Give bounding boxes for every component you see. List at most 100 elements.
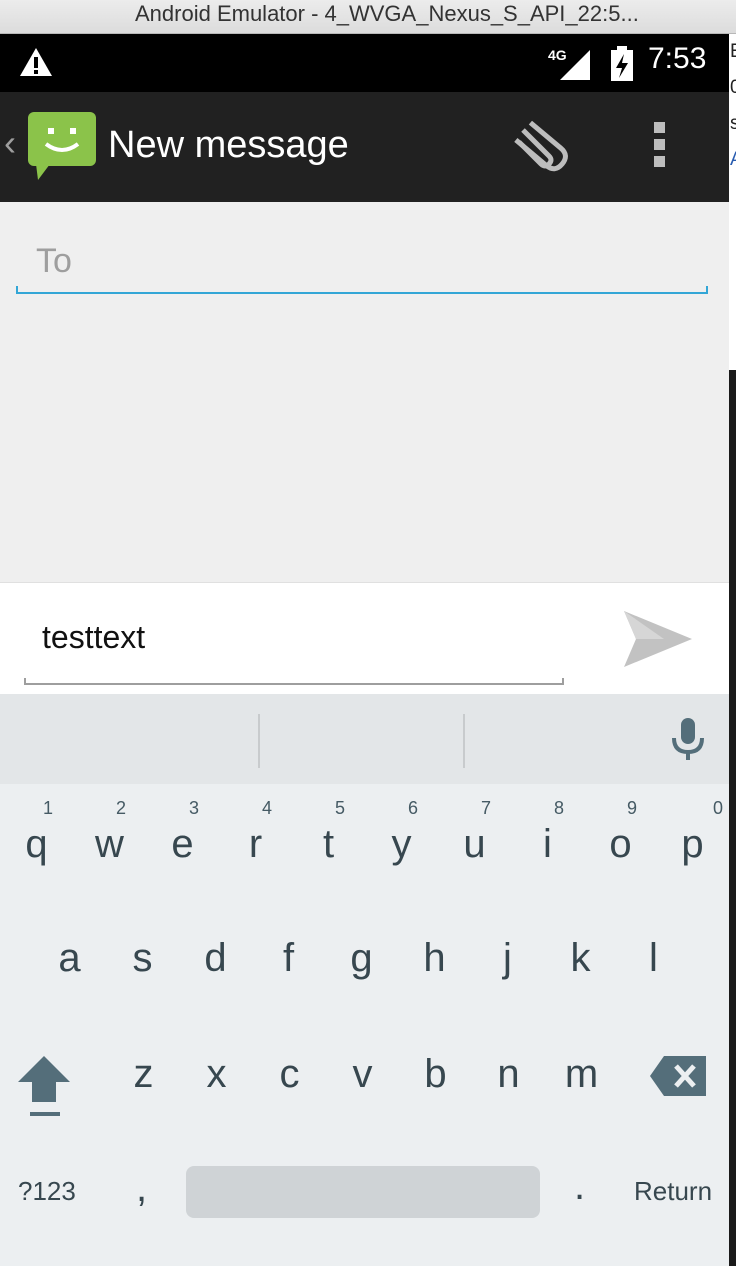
suggestion-divider xyxy=(463,714,465,768)
emulator-window-titlebar: Android Emulator - 4_WVGA_Nexus_S_API_22… xyxy=(0,0,736,34)
key-b[interactable]: b xyxy=(399,1020,472,1136)
key-j[interactable]: j xyxy=(471,904,544,1020)
key-s[interactable]: s xyxy=(106,904,179,1020)
key-h[interactable]: h xyxy=(398,904,471,1020)
peek-line: 0 xyxy=(730,77,736,98)
key-label: c xyxy=(279,1052,300,1096)
key-label: b xyxy=(424,1052,447,1096)
status-clock: 7:53 xyxy=(648,42,707,75)
key-u[interactable]: 7u xyxy=(438,784,511,904)
suggestion-divider xyxy=(258,714,260,768)
recipient-field[interactable] xyxy=(16,232,708,294)
backspace-key-icon[interactable] xyxy=(648,1054,708,1098)
key-p[interactable]: 0p xyxy=(656,784,729,904)
message-input[interactable] xyxy=(24,607,564,667)
key-label: m xyxy=(564,1052,599,1096)
recipient-input[interactable] xyxy=(16,232,708,290)
key-label: u xyxy=(463,822,486,866)
return-key[interactable]: Return xyxy=(634,1176,712,1207)
background-window-peek: E 0 s A xyxy=(729,34,736,370)
key-hint: 2 xyxy=(115,798,126,818)
key-hint: 1 xyxy=(42,798,53,818)
compose-bar xyxy=(0,582,729,695)
key-label: v xyxy=(352,1052,373,1096)
key-label: t xyxy=(322,822,335,866)
key-hint: 8 xyxy=(553,798,564,818)
key-label: l xyxy=(649,936,658,980)
page-title: New message xyxy=(108,124,349,166)
key-label: i xyxy=(543,822,552,866)
key-x[interactable]: x xyxy=(180,1020,253,1136)
key-label: p xyxy=(681,822,704,866)
symbols-key[interactable]: ?123 xyxy=(18,1176,76,1207)
spacebar-key[interactable] xyxy=(186,1166,540,1218)
warning-icon xyxy=(20,48,52,76)
key-hint: 0 xyxy=(712,798,723,818)
key-y[interactable]: 6y xyxy=(365,784,438,904)
key-o[interactable]: 9o xyxy=(584,784,657,904)
key-hint: 3 xyxy=(188,798,199,818)
key-m[interactable]: m xyxy=(545,1020,618,1136)
period-key[interactable]: . xyxy=(574,1164,585,1209)
key-f[interactable]: f xyxy=(252,904,325,1020)
key-c[interactable]: c xyxy=(253,1020,326,1136)
key-hint: 5 xyxy=(334,798,345,818)
key-label: x xyxy=(206,1052,227,1096)
key-t[interactable]: 5t xyxy=(292,784,365,904)
keyboard: 1q 2w 3e 4r 5t 6y 7u 8i 9o 0p a s d f g … xyxy=(0,784,729,1266)
key-n[interactable]: n xyxy=(472,1020,545,1136)
key-hint: 7 xyxy=(480,798,491,818)
send-icon[interactable] xyxy=(620,603,696,675)
key-label: j xyxy=(503,936,512,980)
key-l[interactable]: l xyxy=(617,904,690,1020)
key-label: e xyxy=(171,822,194,866)
key-label: w xyxy=(95,822,124,866)
key-q[interactable]: 1q xyxy=(0,784,73,904)
key-hint: 4 xyxy=(261,798,272,818)
battery-charging-icon xyxy=(611,46,633,81)
key-d[interactable]: d xyxy=(179,904,252,1020)
key-label: q xyxy=(25,822,48,866)
window-title: Android Emulator - 4_WVGA_Nexus_S_API_22… xyxy=(135,1,639,26)
key-label: f xyxy=(282,936,295,980)
key-label: o xyxy=(609,822,632,866)
key-label: n xyxy=(497,1052,520,1096)
signal-4g-icon: 4G xyxy=(548,47,590,80)
key-label: k xyxy=(570,936,591,980)
key-hint: 9 xyxy=(626,798,637,818)
overflow-menu-icon[interactable] xyxy=(654,122,665,173)
microphone-icon[interactable] xyxy=(670,718,706,762)
suggestion-strip xyxy=(0,694,729,784)
key-w[interactable]: 2w xyxy=(73,784,146,904)
action-bar: ‹ New message xyxy=(0,92,729,202)
key-label: z xyxy=(133,1052,154,1096)
key-g[interactable]: g xyxy=(325,904,398,1020)
up-navigation-icon[interactable]: ‹ xyxy=(4,122,16,164)
key-label: g xyxy=(350,936,373,980)
key-i[interactable]: 8i xyxy=(511,784,584,904)
attach-icon[interactable] xyxy=(505,118,569,178)
network-type-label: 4G xyxy=(548,47,567,63)
key-r[interactable]: 4r xyxy=(219,784,292,904)
phone-screen: 4G 7:53 ‹ New message To testtext 1 q 2 … xyxy=(0,34,729,1266)
recipient-area xyxy=(0,202,729,582)
key-label: d xyxy=(204,936,227,980)
key-e[interactable]: 3e xyxy=(146,784,219,904)
peek-line: E xyxy=(730,34,736,70)
shift-key-icon[interactable] xyxy=(14,1052,74,1122)
peek-line: s xyxy=(730,113,736,134)
key-hint: 6 xyxy=(407,798,418,818)
key-label: s xyxy=(132,936,153,980)
messaging-app-icon[interactable] xyxy=(26,110,98,182)
key-label: h xyxy=(423,936,446,980)
comma-key[interactable]: , xyxy=(136,1166,147,1211)
key-v[interactable]: v xyxy=(326,1020,399,1136)
peek-link[interactable]: A xyxy=(730,142,736,178)
key-label: y xyxy=(391,822,412,866)
status-bar: 4G 7:53 xyxy=(0,34,729,92)
key-label: a xyxy=(58,936,81,980)
key-k[interactable]: k xyxy=(544,904,617,1020)
key-a[interactable]: a xyxy=(33,904,106,1020)
message-field[interactable] xyxy=(24,607,564,685)
key-z[interactable]: z xyxy=(107,1020,180,1136)
